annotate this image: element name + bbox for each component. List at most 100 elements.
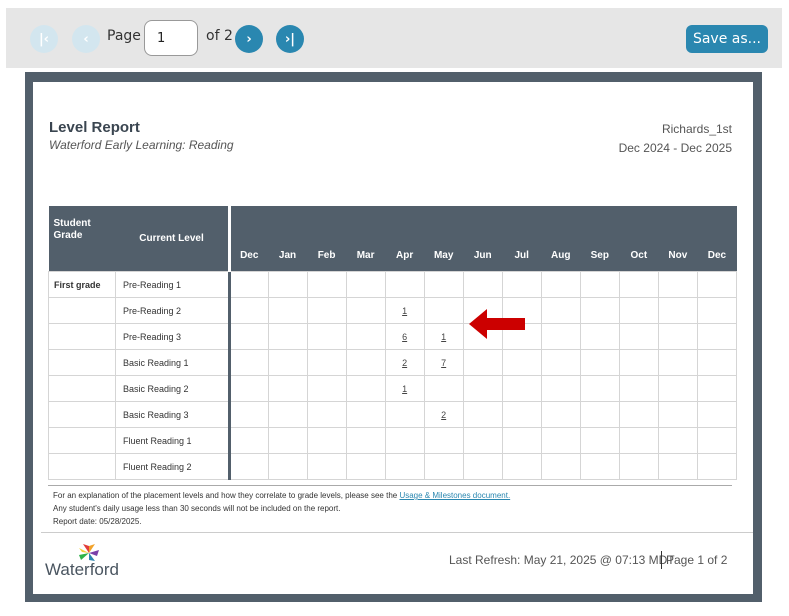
month-cell <box>579 349 620 376</box>
current-level-cell: Pre-Reading 2 <box>115 297 231 324</box>
month-cell <box>657 427 698 454</box>
month-cell <box>345 271 386 298</box>
next-page-button[interactable]: › <box>235 25 263 53</box>
month-cell <box>540 453 581 480</box>
month-cell <box>228 349 269 376</box>
table-header-row: Student Grade Current Level Dec Jan Feb … <box>48 206 737 272</box>
month-cell <box>657 453 698 480</box>
month-cell <box>462 349 503 376</box>
month-header: Jul <box>502 206 542 272</box>
month-cell <box>228 453 269 480</box>
month-cell <box>306 323 347 350</box>
month-cell <box>267 323 308 350</box>
student-count-link[interactable]: 7 <box>441 358 446 368</box>
student-grade-cell <box>48 297 116 324</box>
first-page-button[interactable]: |‹ <box>30 25 58 53</box>
last-page-button[interactable]: ›| <box>276 25 304 53</box>
student-count-link[interactable]: 6 <box>402 332 407 342</box>
page-count-label: of 2 <box>206 28 233 44</box>
class-name: Richards_1st <box>661 122 732 136</box>
month-header: May <box>424 206 464 272</box>
month-cell <box>501 401 542 428</box>
month-header: Dec <box>229 206 269 272</box>
month-cell <box>462 401 503 428</box>
logo-wordmark: Waterford <box>45 560 120 579</box>
save-as-button[interactable]: Save as... <box>686 25 768 53</box>
month-cell <box>267 349 308 376</box>
student-count-link[interactable]: 2 <box>441 410 446 420</box>
month-cell <box>540 323 581 350</box>
page-number-input[interactable] <box>144 20 198 56</box>
month-cell <box>384 453 425 480</box>
current-level-cell: Pre-Reading 3 <box>115 323 231 350</box>
page-indicator: Page 1 of 2 <box>661 551 727 569</box>
month-cell <box>267 401 308 428</box>
month-cell <box>501 349 542 376</box>
month-cell <box>228 375 269 402</box>
month-cell <box>423 453 464 480</box>
note-line: Any student's daily usage less than 30 s… <box>53 504 341 513</box>
double-chevron-right-icon: ›| <box>284 31 296 47</box>
month-cell <box>306 297 347 324</box>
student-grade-cell <box>48 427 116 454</box>
month-cell <box>618 323 659 350</box>
report-date: Report date: 05/28/2025. <box>53 517 142 526</box>
current-level-cell: Basic Reading 1 <box>115 349 231 376</box>
level-table: Student Grade Current Level Dec Jan Feb … <box>48 206 738 480</box>
month-cell <box>579 453 620 480</box>
month-header: Apr <box>385 206 425 272</box>
month-cell <box>345 323 386 350</box>
month-cell: 1 <box>384 375 425 402</box>
month-header: Sep <box>580 206 620 272</box>
month-cell <box>618 375 659 402</box>
month-cell: 7 <box>423 349 464 376</box>
month-cell <box>228 401 269 428</box>
table-body: First grade Pre-Reading 1 Pre-Reading 2 1 Pr… <box>48 271 738 480</box>
usage-milestones-link[interactable]: Usage & Milestones document. <box>399 491 510 500</box>
month-cell <box>579 297 620 324</box>
month-cell <box>696 427 738 454</box>
last-refresh: Last Refresh: May 21, 2025 @ 07:13 MDT <box>449 553 675 567</box>
month-cell <box>462 427 503 454</box>
current-level-header: Current Level <box>115 206 231 272</box>
month-cell <box>384 427 425 454</box>
month-cell <box>345 375 386 402</box>
month-cell <box>267 271 308 298</box>
month-cell <box>579 323 620 350</box>
student-count-link[interactable]: 1 <box>402 306 407 316</box>
month-cell <box>579 401 620 428</box>
month-cell <box>618 297 659 324</box>
student-count-link[interactable]: 2 <box>402 358 407 368</box>
month-cell <box>540 427 581 454</box>
table-row: Basic Reading 3 2 <box>48 401 738 428</box>
month-cell <box>228 271 269 298</box>
previous-page-button[interactable]: ‹ <box>72 25 100 53</box>
month-cell <box>306 271 347 298</box>
date-range: Dec 2024 - Dec 2025 <box>618 141 732 155</box>
month-cell <box>267 453 308 480</box>
month-header: Aug <box>541 206 581 272</box>
month-header: Nov <box>658 206 698 272</box>
month-cell <box>384 401 425 428</box>
month-cell <box>306 401 347 428</box>
month-cell <box>462 271 503 298</box>
month-cell <box>501 453 542 480</box>
current-level-cell: Fluent Reading 2 <box>115 453 231 480</box>
waterford-logo: Waterford <box>45 542 135 582</box>
month-cell <box>501 271 542 298</box>
chevron-left-icon: ‹ <box>83 31 89 47</box>
month-cell <box>696 271 738 298</box>
month-cell <box>657 271 698 298</box>
student-count-link[interactable]: 1 <box>402 384 407 394</box>
student-grade-cell <box>48 453 116 480</box>
student-count-link[interactable]: 1 <box>441 332 446 342</box>
current-level-cell: Fluent Reading 1 <box>115 427 231 454</box>
month-cell <box>267 427 308 454</box>
table-row: Basic Reading 1 2 7 <box>48 349 738 376</box>
month-cell <box>657 401 698 428</box>
footer-divider <box>48 485 732 486</box>
month-cell <box>579 271 620 298</box>
current-level-cell: Basic Reading 3 <box>115 401 231 428</box>
month-cell <box>228 297 269 324</box>
table-row: Basic Reading 2 1 <box>48 375 738 402</box>
